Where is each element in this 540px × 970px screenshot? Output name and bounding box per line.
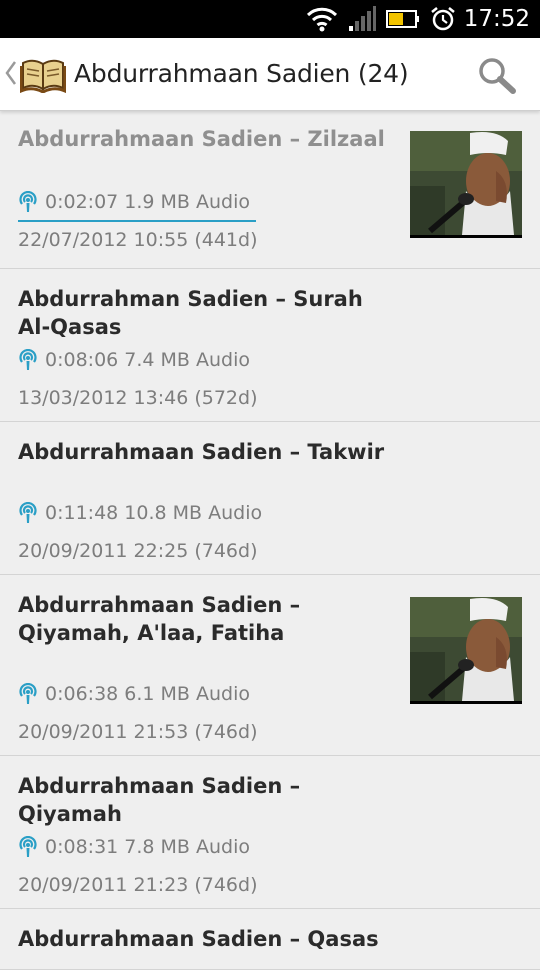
podcast-icon <box>19 349 37 370</box>
playback-progress-fill <box>18 220 256 222</box>
episode-title: Abdurrahmaan Sadien – Qiyamah <box>18 774 301 826</box>
episode-meta-row: 0:06:38 6.1 MB Audio <box>18 681 250 707</box>
episode-meta: 0:06:38 6.1 MB Audio <box>45 683 251 705</box>
back-chevron-icon[interactable] <box>4 60 18 86</box>
episode-list-item[interactable]: Abdurrahmaan Sadien – Qasas <box>0 909 540 970</box>
action-bar: Abdurrahmaan Sadien (24) <box>0 38 540 111</box>
episode-meta-row: 0:08:31 7.8 MB Audio <box>18 834 250 860</box>
episode-thumbnail-frame <box>410 597 522 704</box>
podcast-icon <box>19 191 37 212</box>
status-bar: 17:52 <box>0 0 540 38</box>
wifi-icon <box>306 7 338 32</box>
episode-meta-row: 0:11:48 10.8 MB Audio <box>18 500 262 526</box>
episode-title: Abdurrahmaan Sadien – Qasas <box>18 927 379 951</box>
episode-meta: 0:08:06 7.4 MB Audio <box>45 349 251 371</box>
episode-title: Abdurrahmaan Sadien – Zilzaal <box>18 127 385 151</box>
episode-meta-row: 0:08:06 7.4 MB Audio <box>18 347 250 373</box>
episode-list-item[interactable]: Abdurrahmaan Sadien – Zilzaal 0:02:07 1.9… <box>0 111 540 269</box>
episode-thumbnail <box>410 131 522 235</box>
episode-list-item[interactable]: Abdurrahmaan Sadien – Qiyamah, A'laa, Fa… <box>0 575 540 756</box>
episode-thumbnail <box>410 597 522 701</box>
status-time: 17:52 <box>463 6 530 32</box>
episode-meta: 0:11:48 10.8 MB Audio <box>45 502 263 524</box>
podcast-icon <box>19 683 37 704</box>
page-title: Abdurrahmaan Sadien (24) <box>74 59 409 88</box>
episode-meta-row: 0:02:07 1.9 MB Audio <box>18 189 250 215</box>
battery-icon <box>386 10 419 28</box>
episode-list-item[interactable]: Abdurrahmaan Sadien – Takwir 0:11:48 10.8… <box>0 422 540 575</box>
episode-date: 20/09/2011 21:53 (746d) <box>18 721 258 743</box>
podcast-icon <box>19 502 37 523</box>
episode-date: 13/03/2012 13:46 (572d) <box>18 387 258 409</box>
playback-progress-bar <box>18 220 256 222</box>
episode-meta: 0:02:07 1.9 MB Audio <box>45 191 251 213</box>
podcast-icon <box>19 836 37 857</box>
quran-book-icon[interactable] <box>20 55 66 93</box>
episode-thumbnail-frame <box>410 131 522 238</box>
episode-title: Abdurrahmaan Sadien – Qiyamah, A'laa, Fa… <box>18 593 301 645</box>
episode-date: 22/07/2012 10:55 (441d) <box>18 229 258 251</box>
episode-list-item[interactable]: Abdurrahmaan Sadien – Qiyamah 0:08:31 7.8… <box>0 756 540 909</box>
episode-list-item[interactable]: Abdurrahman Sadien – Surah Al-Qasas 0:08:… <box>0 269 540 422</box>
episode-title: Abdurrahmaan Sadien – Takwir <box>18 440 385 464</box>
episode-meta: 0:08:31 7.8 MB Audio <box>45 836 251 858</box>
episode-list: Abdurrahmaan Sadien – Zilzaal 0:02:07 1.9… <box>0 111 540 970</box>
alarm-icon <box>431 7 455 31</box>
episode-title: Abdurrahman Sadien – Surah Al-Qasas <box>18 287 363 339</box>
episode-date: 20/09/2011 22:25 (746d) <box>18 540 258 562</box>
status-icons <box>306 5 456 33</box>
episode-date: 20/09/2011 21:23 (746d) <box>18 874 258 896</box>
search-icon[interactable] <box>474 54 520 96</box>
signal-icon <box>349 6 376 31</box>
